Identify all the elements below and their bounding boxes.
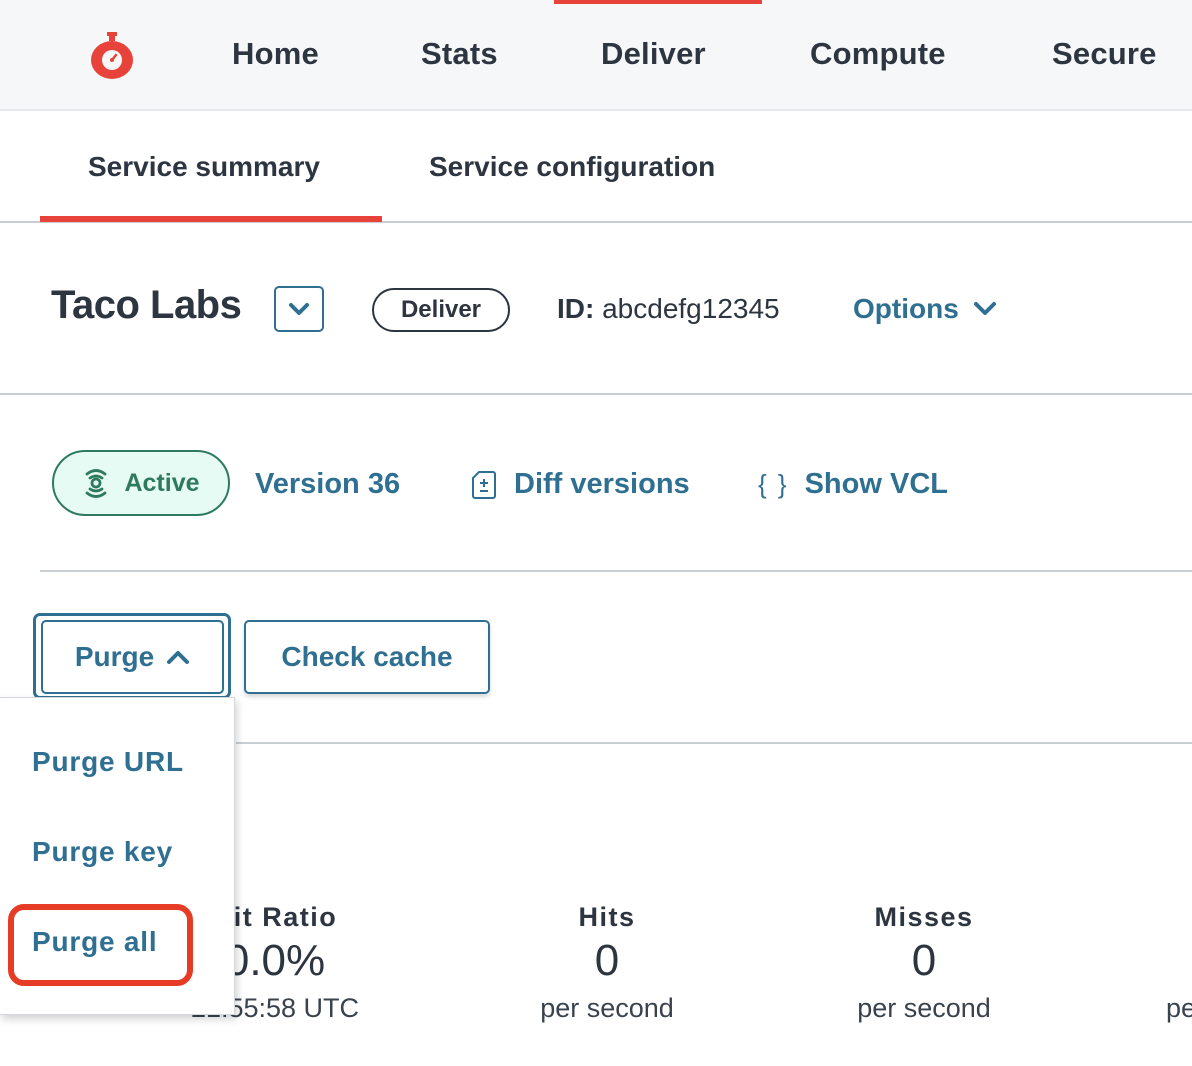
stat-label: Hits [578,902,636,932]
status-label: Active [124,468,200,497]
chevron-down-icon [973,302,996,315]
file-diff-icon [472,470,496,499]
tab-service-summary[interactable]: Service summary [88,151,320,183]
options-label: Options [853,293,959,324]
stopwatch-icon[interactable] [90,30,134,80]
nav-active-indicator [554,0,762,4]
stat-hits: Hits 0 per second [500,902,714,1024]
stat-unit: per second [857,993,991,1023]
chevron-down-icon [289,303,309,315]
stat-unit: pe [1166,993,1192,1023]
nav-item-compute[interactable]: Compute [810,36,946,72]
service-id-value: abcdefg12345 [602,293,780,324]
nav-item-secure[interactable]: Secure [1052,36,1157,72]
broadcast-icon [86,469,107,498]
stat-value: 0 [594,936,620,985]
stat-unit: per second [540,993,674,1023]
top-navigation: Home Stats Deliver Compute Secure [0,0,1192,111]
purge-label: Purge [74,641,155,672]
nav-item-home[interactable]: Home [232,36,319,72]
check-cache-button[interactable]: Check cache [244,620,490,694]
service-header: Taco Labs Deliver ID: abcdefg12345 Optio… [0,225,1192,395]
chevron-up-icon [167,651,190,664]
service-id-label: ID: [557,293,595,324]
stat-label: Misses [874,902,974,932]
stat-value: 0 [911,936,937,985]
service-id: ID: abcdefg12345 [557,293,780,325]
check-cache-label: Check cache [281,641,453,672]
purge-button[interactable]: Purge [41,620,224,694]
service-name: Taco Labs [51,283,242,327]
tab-service-configuration[interactable]: Service configuration [429,151,715,183]
diff-versions-link[interactable]: Diff versions [472,468,690,501]
version-link[interactable]: Version 36 [255,468,400,501]
purge-menu: Purge URL Purge key Purge all [0,697,235,1015]
service-tabs: Service summary Service configuration [0,113,1192,223]
diff-versions-label: Diff versions [514,468,690,500]
menu-item-purge-url[interactable]: Purge URL [32,746,184,778]
nav-item-stats[interactable]: Stats [421,36,498,72]
divider [236,742,1192,744]
menu-item-purge-key[interactable]: Purge key [32,836,173,868]
show-vcl-link[interactable]: { } Show VCL [758,468,948,501]
product-badge-label: Deliver [400,296,482,323]
stat-misses: Misses 0 per second [818,902,1030,1024]
braces-icon: { } [758,469,789,499]
status-badge: Active [52,450,230,516]
tab-active-indicator [40,216,382,222]
product-badge: Deliver [372,288,510,332]
version-bar: Active Version 36 Diff versions { } Show… [40,396,1192,572]
nav-item-deliver[interactable]: Deliver [601,36,706,72]
service-switcher-button[interactable] [274,286,324,332]
menu-item-purge-all[interactable]: Purge all [32,926,157,958]
stat-partial: pe [1166,902,1192,1024]
options-dropdown[interactable]: Options [853,293,997,325]
show-vcl-label: Show VCL [804,468,948,500]
